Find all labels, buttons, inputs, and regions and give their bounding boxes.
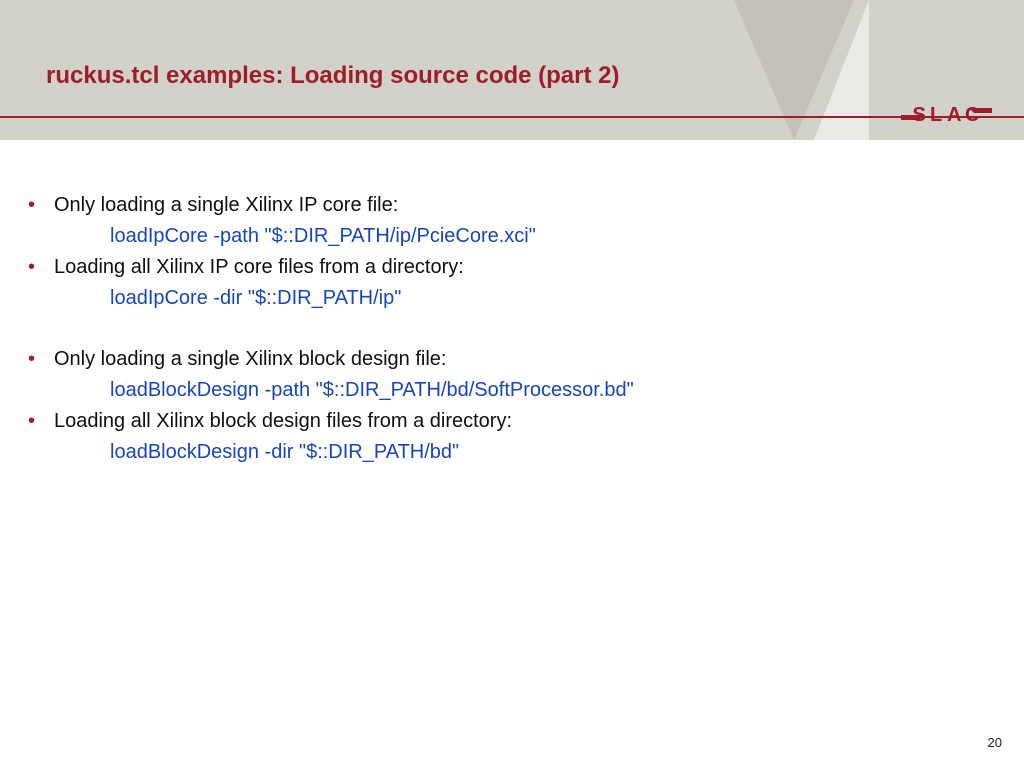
bullet-dot-icon: • — [28, 344, 54, 375]
bullet-text: Loading all Xilinx IP core files from a … — [54, 252, 968, 283]
bullet-item: • Loading all Xilinx block design files … — [28, 406, 968, 437]
svg-text:A: A — [947, 104, 961, 126]
slide-content: • Only loading a single Xilinx IP core f… — [28, 190, 968, 468]
bullet-dot-icon: • — [28, 190, 54, 221]
code-line: loadBlockDesign -path "$::DIR_PATH/bd/So… — [110, 375, 968, 406]
bullet-text: Only loading a single Xilinx block desig… — [54, 344, 968, 375]
bullet-item: • Only loading a single Xilinx block des… — [28, 344, 968, 375]
code-line: loadIpCore -path "$::DIR_PATH/ip/PcieCor… — [110, 221, 968, 252]
header-divider — [0, 116, 1024, 118]
slac-logo: S L A C — [899, 100, 994, 128]
bullet-dot-icon: • — [28, 406, 54, 437]
header-decor-triangle-light — [814, 0, 869, 140]
slide-title: ruckus.tcl examples: Loading source code… — [46, 62, 620, 90]
svg-text:S: S — [913, 104, 926, 126]
bullet-text: Loading all Xilinx block design files fr… — [54, 406, 968, 437]
code-line: loadIpCore -dir "$::DIR_PATH/ip" — [110, 283, 968, 314]
bullet-dot-icon: • — [28, 252, 54, 283]
bullet-item: • Loading all Xilinx IP core files from … — [28, 252, 968, 283]
code-line: loadBlockDesign -dir "$::DIR_PATH/bd" — [110, 437, 968, 468]
page-number: 20 — [988, 735, 1002, 750]
bullet-text: Only loading a single Xilinx IP core fil… — [54, 190, 968, 221]
svg-text:C: C — [965, 104, 979, 126]
svg-text:L: L — [930, 104, 942, 126]
bullet-item: • Only loading a single Xilinx IP core f… — [28, 190, 968, 221]
